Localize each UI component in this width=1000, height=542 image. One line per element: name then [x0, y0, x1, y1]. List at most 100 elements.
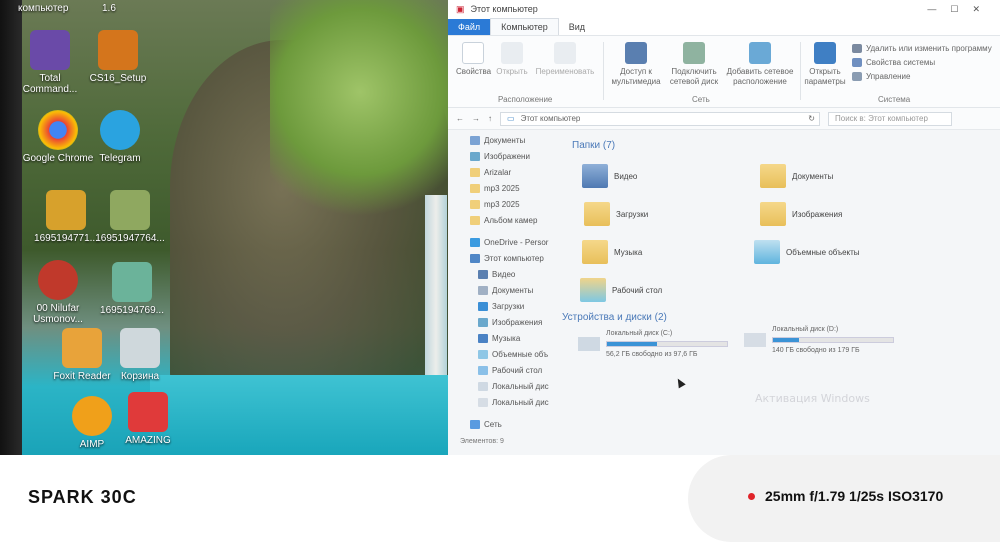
nav-item[interactable]: mp3 2025	[470, 180, 570, 196]
address-bar-row: ← → ↑ ▭ Этот компьютер ↻ Поиск в: Этот к…	[448, 108, 1000, 130]
map-drive-button[interactable]: Подключить сетевой диск	[666, 42, 722, 87]
nav-item[interactable]: Видео	[470, 266, 570, 282]
tab-file[interactable]: Файл	[448, 19, 491, 35]
activation-watermark: Активация Windows	[755, 392, 870, 405]
image-thumbnail-icon	[110, 190, 150, 230]
chrome-icon	[38, 110, 78, 150]
status-bar: Элементов: 9	[460, 438, 504, 445]
system-properties-link[interactable]: Свойства системы	[852, 58, 935, 67]
desktop-icon-amazing[interactable]: AMAZING	[112, 392, 184, 446]
folder-documents[interactable]: Документы	[760, 164, 833, 188]
properties-button[interactable]: Свойства	[456, 42, 491, 77]
desktop-icon-total-commander[interactable]: Total Command...	[14, 30, 86, 95]
nav-item-label: Документы	[492, 285, 534, 295]
nav-item-icon	[478, 285, 488, 295]
title-bar: ▣ Этот компьютер — ☐ ✕	[448, 0, 1000, 18]
back-arrow-icon[interactable]: ←	[456, 114, 464, 123]
floppy-icon	[30, 30, 70, 70]
nav-item[interactable]: Музыка	[470, 330, 570, 346]
nav-item[interactable]: Локальный дис	[470, 378, 570, 394]
maximize-button[interactable]: ☐	[950, 4, 958, 15]
desktop-icon-cs16[interactable]: CS16_Setup	[82, 30, 154, 84]
nav-item[interactable]: Локальный дис	[470, 394, 570, 410]
address-bar[interactable]: ▭ Этот компьютер ↻	[500, 111, 820, 126]
nav-item-icon	[478, 317, 488, 327]
desktop-icon-label: Foxit Reader	[53, 371, 111, 382]
quick-access-icon[interactable]: ▣	[456, 4, 465, 15]
folder-pictures[interactable]: Изображения	[760, 202, 842, 226]
drive-c[interactable]: Локальный диск (C:) 56,2 ГБ свободно из …	[578, 330, 728, 358]
open-settings-button[interactable]: Открыть параметры	[802, 42, 848, 87]
folders-header[interactable]: Папки (7)	[572, 140, 615, 151]
nav-item[interactable]: OneDrive - Persor	[470, 234, 570, 250]
forward-arrow-icon[interactable]: →	[472, 114, 480, 123]
desktop-icon-image-1[interactable]: 1695194771...	[30, 190, 102, 244]
rename-button[interactable]: Переименовать	[534, 42, 596, 77]
nav-item-icon	[470, 199, 480, 209]
nav-item[interactable]: Изображени	[470, 148, 570, 164]
folder-3d-objects[interactable]: Объемные объекты	[754, 240, 860, 264]
desktop-icon-image-2[interactable]: 16951947764...	[94, 190, 166, 244]
navigation-pane: Документы Изображени Arizalar mp3 2025 mp3 2…	[470, 132, 570, 455]
drive-usage-fill	[607, 342, 658, 346]
nav-item[interactable]: Изображения	[470, 314, 570, 330]
nav-item-label: Загрузки	[492, 301, 525, 311]
refresh-icon[interactable]: ↻	[808, 114, 819, 123]
uninstall-link[interactable]: Удалить или изменить программу	[852, 44, 992, 53]
nav-item-label: Видео	[492, 269, 516, 279]
exif-info: 25mm f/1.79 1/25s ISO3170	[748, 488, 943, 504]
nav-item-icon	[470, 151, 480, 161]
nav-item-icon	[470, 183, 480, 193]
nav-item[interactable]: Документы	[470, 282, 570, 298]
desktop-icon-label: 1695194769...	[100, 305, 164, 316]
desktop-icon-telegram[interactable]: Telegram	[84, 110, 156, 164]
nav-item[interactable]: Сеть	[470, 416, 570, 432]
aimp-icon	[72, 396, 112, 436]
ribbon: Свойства Открыть Переименовать Расположе…	[448, 36, 1000, 108]
search-input[interactable]: Поиск в: Этот компьютер	[828, 111, 952, 126]
nav-item-icon	[478, 397, 488, 407]
nav-item-label: Изображени	[484, 151, 530, 161]
desktop-icon-recycle-bin[interactable]: Корзина	[104, 328, 176, 382]
nav-item[interactable]: Этот компьютер	[470, 250, 570, 266]
tab-view[interactable]: Вид	[559, 19, 595, 35]
close-button[interactable]: ✕	[972, 4, 980, 15]
drive-name: Локальный диск (C:)	[606, 330, 673, 337]
ribbon-tabs: Файл Компьютер Вид	[448, 18, 1000, 36]
nav-item[interactable]: Альбом камер	[470, 212, 570, 228]
up-arrow-icon[interactable]: ↑	[488, 114, 492, 123]
address-path: Этот компьютер	[520, 114, 581, 123]
desktop-icon-label: Telegram	[99, 153, 141, 164]
nav-item[interactable]: Объемные объ	[470, 346, 570, 362]
nav-item[interactable]: Arizalar	[470, 164, 570, 180]
desktop-icon-mp3[interactable]: 00 Nilufar Usmonov...	[22, 260, 94, 325]
folder-desktop[interactable]: Рабочий стол	[580, 278, 662, 302]
nav-item[interactable]: Документы	[470, 132, 570, 148]
nav-item[interactable]: Рабочий стол	[470, 362, 570, 378]
nav-item[interactable]: Загрузки	[470, 298, 570, 314]
folder-music[interactable]: Музыка	[582, 240, 642, 264]
network-drive-icon	[683, 42, 705, 64]
manage-link[interactable]: Управление	[852, 72, 910, 81]
desktop-icon-label: Google Chrome	[22, 153, 94, 164]
camera-brand: SPARK 30C	[28, 487, 137, 507]
folder-video[interactable]: Видео	[582, 164, 637, 188]
minimize-button[interactable]: —	[927, 4, 936, 15]
nav-item-label: Локальный дис	[492, 397, 549, 407]
devices-header[interactable]: Устройства и диски (2)	[562, 312, 667, 323]
computer-icon: ▭	[507, 114, 515, 123]
media-access-button[interactable]: Доступ к мультимедиа	[610, 42, 662, 87]
nav-item[interactable]: mp3 2025	[470, 196, 570, 212]
desktop-icon-image-3[interactable]: 1695194769...	[96, 262, 168, 316]
explorer-window: ▣ Этот компьютер — ☐ ✕ Файл Компьютер Ви…	[448, 0, 1000, 455]
drive-d[interactable]: Локальный диск (D:) 140 ГБ свободно из 1…	[744, 326, 894, 354]
image-thumbnail-icon	[112, 262, 152, 302]
nav-item-icon	[470, 167, 480, 177]
network-location-icon	[749, 42, 771, 64]
folder-downloads[interactable]: Загрузки	[584, 202, 648, 226]
tab-computer[interactable]: Компьютер	[490, 18, 559, 35]
add-location-button[interactable]: Добавить сетевое расположение	[724, 42, 796, 87]
nav-item-label: Этот компьютер	[484, 253, 544, 263]
amazing-app-icon	[128, 392, 168, 432]
open-button[interactable]: Открыть	[494, 42, 530, 77]
